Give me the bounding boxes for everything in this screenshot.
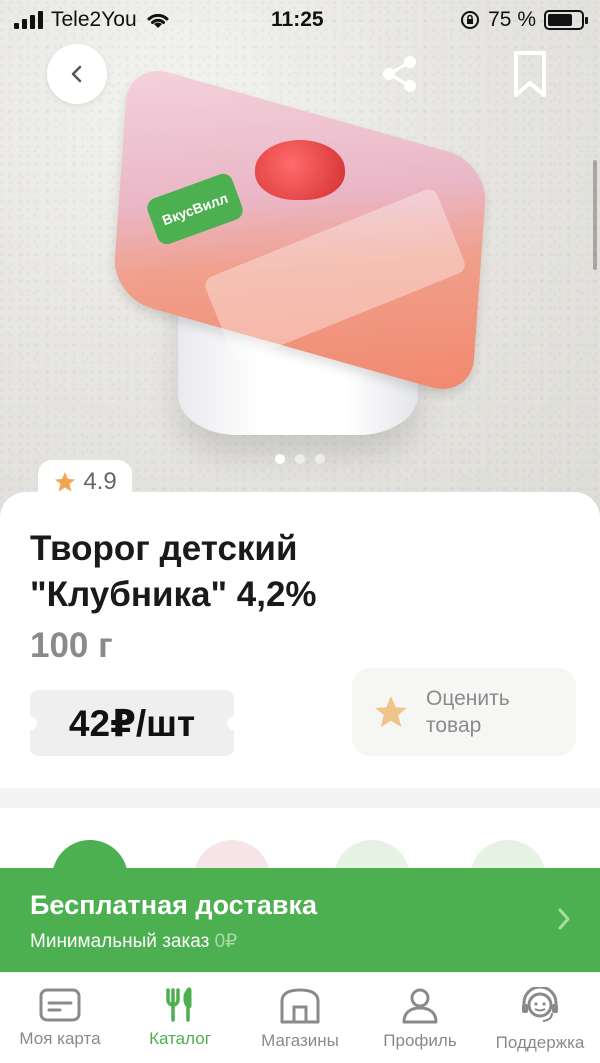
bookmark-icon (514, 51, 546, 97)
fork-knife-icon (166, 987, 192, 1022)
price-tag: 42₽/шт (23, 690, 241, 756)
tab-label: Профиль (383, 1031, 457, 1050)
battery-icon (544, 10, 588, 30)
chevron-left-icon (71, 65, 82, 83)
rate-product-button[interactable]: Оценить товар (352, 668, 576, 756)
battery-percent: 75 % (488, 8, 536, 31)
status-bar: Tele2You 11:25 75 % (0, 0, 600, 40)
strawberry-graphic (255, 140, 345, 200)
support-icon (522, 987, 558, 1022)
store-icon (280, 988, 320, 1024)
chevron-right-icon (558, 908, 570, 930)
scroll-indicator (593, 160, 597, 270)
share-icon (383, 56, 416, 92)
tab-support[interactable]: Поддержка (480, 973, 600, 1063)
clock: 11:25 (271, 8, 324, 31)
share-button[interactable] (370, 44, 430, 104)
rotation-lock-icon (461, 11, 480, 29)
rate-product-label: Оценить товар (426, 687, 510, 737)
wifi-icon (147, 13, 169, 28)
tab-stores[interactable]: Магазины (240, 973, 360, 1063)
tab-catalog[interactable]: Каталог (120, 973, 240, 1063)
carousel-dot[interactable] (315, 454, 325, 464)
price-value: 42₽/шт (68, 702, 196, 744)
card-icon (39, 988, 81, 1022)
tab-label: Поддержка (495, 1033, 585, 1052)
tab-label: Моя карта (19, 1029, 101, 1048)
product-weight: 100 г (30, 626, 113, 665)
star-icon (55, 472, 76, 492)
tab-profile[interactable]: Профиль (360, 973, 480, 1063)
product-info-card: Творог детский "Клубника" 4,2% 100 г 42₽… (0, 492, 600, 788)
star-icon (375, 696, 407, 728)
delivery-title: Бесплатная доставка (30, 890, 318, 920)
bookmark-button[interactable] (500, 44, 560, 104)
signal-icon (14, 11, 43, 29)
section-divider (0, 788, 600, 808)
carousel-dot[interactable] (295, 454, 305, 464)
delivery-subtitle: Минимальный заказ 0₽ (30, 931, 238, 952)
tab-my-card[interactable]: Моя карта (0, 973, 120, 1063)
product-title: Творог детский "Клубника" 4,2% (30, 529, 317, 614)
carrier-name: Tele2You (51, 8, 137, 31)
min-order-value: 0₽ (214, 931, 238, 952)
free-delivery-banner[interactable]: Бесплатная доставка Минимальный заказ 0₽ (0, 868, 600, 972)
tab-label: Магазины (261, 1031, 339, 1050)
back-button[interactable] (47, 44, 107, 104)
bottom-tab-bar: Моя карта Каталог Магазины Профиль Подде… (0, 972, 600, 1063)
tab-label: Каталог (149, 1029, 211, 1048)
person-icon (402, 988, 438, 1024)
carousel-dot[interactable] (275, 454, 285, 464)
